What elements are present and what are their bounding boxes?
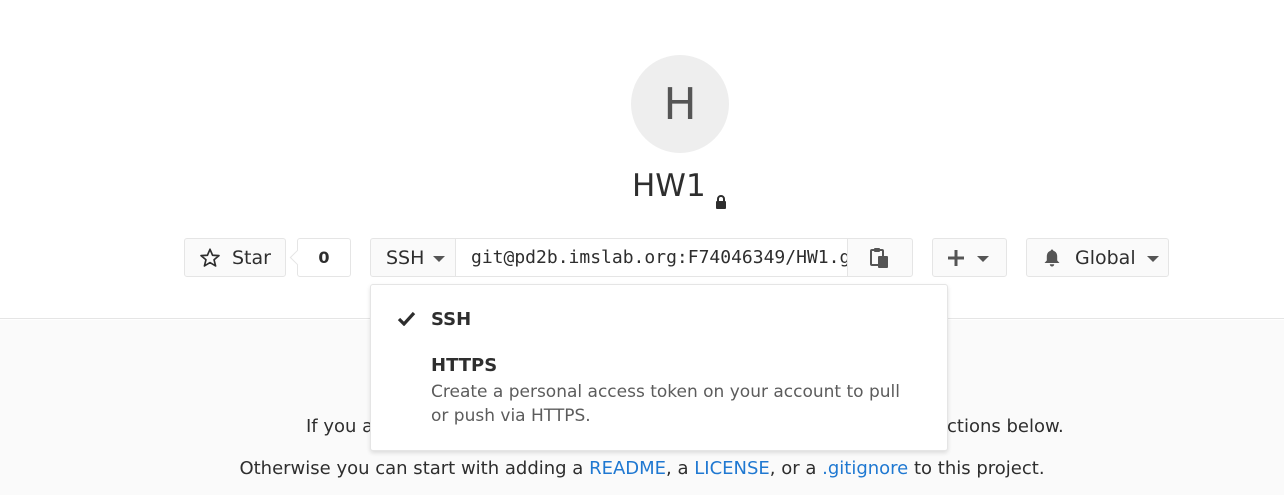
menu-item-https-description: Create a personal access token on your a… [431, 382, 900, 426]
bell-icon [1044, 249, 1060, 266]
copy-url-button[interactable] [847, 238, 913, 277]
clipboard-icon [870, 247, 888, 268]
project-avatar: H [631, 55, 729, 153]
chevron-down-icon [1146, 255, 1159, 262]
empty-state-text-end: ctions below. [947, 416, 1064, 437]
notification-label: Global [1075, 246, 1136, 269]
star-count[interactable]: 0 [297, 238, 351, 277]
plus-icon [948, 249, 964, 266]
suggestion-sep-2: , or a [769, 458, 823, 479]
star-icon [200, 247, 220, 267]
check-icon [397, 311, 416, 326]
avatar-letter: H [663, 78, 697, 130]
chevron-down-icon [433, 255, 446, 262]
suggestion-suffix: to this project. [908, 458, 1045, 479]
license-link[interactable]: LICENSE [694, 458, 770, 479]
star-button[interactable]: Star [184, 238, 286, 277]
empty-state-suggestion: Otherwise you can start with adding a RE… [0, 458, 1284, 479]
new-item-dropdown[interactable] [932, 238, 1007, 277]
suggestion-sep-1: , a [666, 458, 695, 479]
clone-protocol-dropdown[interactable]: SSH [370, 238, 456, 277]
empty-state-text-start: If you a [306, 416, 374, 437]
menu-item-ssh[interactable]: SSH [371, 305, 947, 337]
project-title: HW1 [632, 168, 706, 204]
notification-dropdown[interactable]: Global [1026, 238, 1169, 277]
gitignore-link[interactable]: .gitignore [822, 458, 908, 479]
clone-url-input[interactable] [455, 238, 848, 277]
project-title-row: HW1 [632, 166, 729, 209]
clone-protocol-menu: SSH HTTPS Create a personal access token… [370, 284, 948, 451]
menu-item-ssh-label: SSH [431, 309, 472, 330]
readme-link[interactable]: README [589, 458, 666, 479]
chevron-down-icon [977, 255, 989, 262]
lock-icon [715, 181, 729, 209]
menu-item-https[interactable]: HTTPS Create a personal access token on … [371, 355, 947, 430]
star-label: Star [232, 246, 271, 269]
suggestion-prefix: Otherwise you can start with adding a [239, 458, 590, 479]
menu-item-https-label: HTTPS [431, 355, 498, 376]
star-count-value: 0 [318, 248, 330, 267]
protocol-label: SSH [386, 246, 425, 269]
